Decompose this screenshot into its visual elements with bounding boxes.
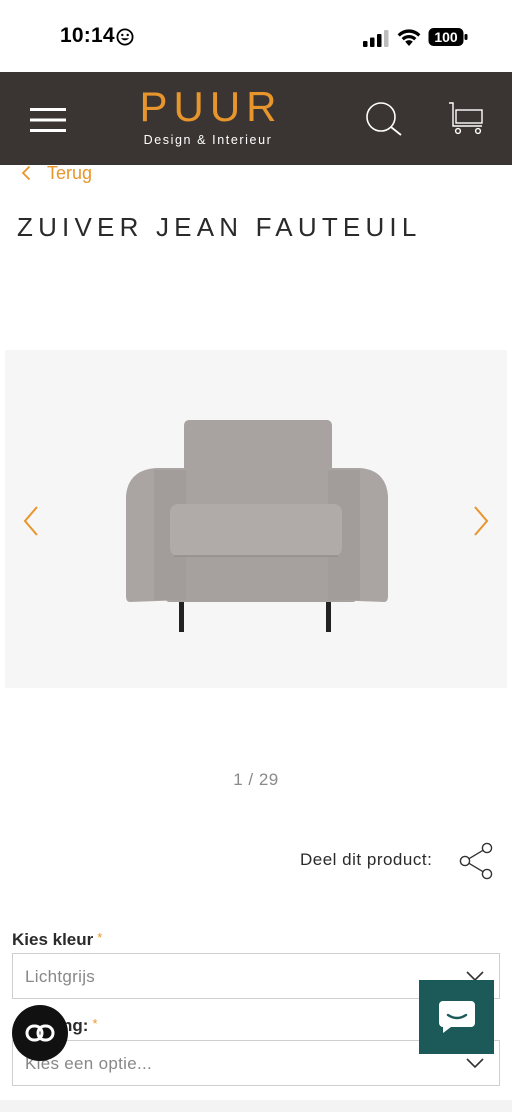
status-time: 10:14 <box>60 24 115 47</box>
color-label-text: Kies kleur <box>12 930 94 949</box>
chevron-down-icon <box>466 1058 484 1069</box>
gallery-prev-arrow-icon[interactable] <box>20 504 44 538</box>
wifi-icon <box>397 29 421 46</box>
required-marker: * <box>97 930 103 945</box>
bottom-bar <box>0 1100 512 1112</box>
chat-button[interactable] <box>419 980 494 1054</box>
accessibility-button[interactable] <box>12 1005 68 1061</box>
cart-icon[interactable] <box>448 100 484 136</box>
color-select-value: Lichtgrijs <box>25 967 96 986</box>
logo-tagline: Design & Interieur <box>143 133 273 147</box>
battery-level: 100 <box>434 29 458 45</box>
smiley-icon <box>116 28 134 46</box>
product-page: 10:14 100 PUUR Design & Interieur Terug … <box>0 0 512 1112</box>
color-field-label: Kies kleur * <box>12 930 102 950</box>
gallery-counter: 1 / 29 <box>233 770 279 789</box>
chevron-left-icon <box>21 165 31 181</box>
product-image <box>126 420 388 632</box>
search-icon[interactable] <box>364 102 404 136</box>
signal-icon <box>363 30 389 47</box>
logo-text: PUUR <box>139 83 283 130</box>
required-marker: * <box>92 1016 98 1031</box>
status-bar: 10:14 100 <box>0 0 512 72</box>
share-icon[interactable] <box>458 842 494 880</box>
share-label: Deel dit product: <box>300 850 433 869</box>
site-logo[interactable]: PUUR Design & Interieur <box>118 84 298 154</box>
back-link[interactable]: Terug <box>20 161 92 185</box>
back-label: Terug <box>47 162 93 183</box>
menu-icon[interactable] <box>30 106 66 134</box>
product-title: ZUIVER JEAN FAUTEUIL <box>17 212 422 242</box>
link-icon <box>25 1024 55 1042</box>
chat-bubble-icon <box>439 1001 475 1033</box>
gallery-next-arrow-icon[interactable] <box>468 504 492 538</box>
